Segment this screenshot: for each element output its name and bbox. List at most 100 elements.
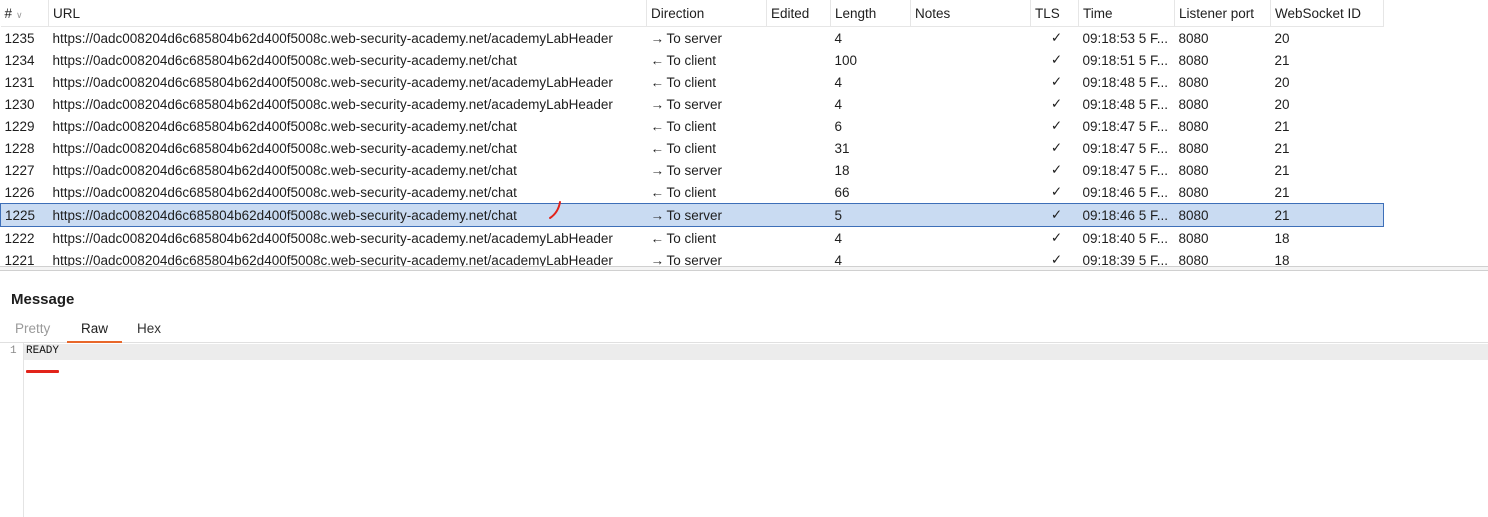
cell-direction: ← To client (647, 181, 767, 204)
sort-descending-icon: ∨ (16, 9, 23, 20)
cell-length: 6 (834, 118, 843, 134)
tab-hex[interactable]: Hex (123, 318, 175, 341)
cell-direction: → To server (647, 93, 767, 115)
arrow-left-icon: ← (650, 140, 665, 156)
tls-check-icon: ✓ (1050, 184, 1063, 199)
arrow-right-icon: → (650, 162, 665, 178)
column-header-notes[interactable]: Notes (910, 0, 1031, 27)
tab-raw[interactable]: Raw (67, 318, 123, 343)
cell-number: 1230 (4, 96, 35, 112)
cell-websocket-id: 21 (1274, 162, 1290, 178)
cell-edited (767, 227, 831, 250)
direction-label: To client (666, 52, 717, 68)
websocket-history-table: # ∨ URL Direction Edited Length Notes TLS… (0, 0, 1384, 268)
cell-length: 5 (830, 203, 911, 227)
cell-listener-port: 8080 (1178, 230, 1209, 246)
cell-number: 1235 (4, 30, 35, 46)
column-header-number[interactable]: # ∨ (0, 0, 49, 27)
cell-edited (767, 27, 831, 50)
arrow-right-icon: → (650, 207, 665, 223)
line-number: 1 (10, 345, 17, 357)
table-row[interactable]: 1234 https://0adc008204d6c685804b62d400f5… (1, 49, 1384, 71)
direction-label: To server (666, 162, 723, 178)
direction-label: To client (666, 230, 717, 246)
table-row[interactable]: 1231 https://0adc008204d6c685804b62d400f5… (1, 71, 1384, 93)
cell-time: 09:18:47 5 F... (1082, 162, 1169, 178)
cell-time: 09:18:51 5 F... (1082, 52, 1169, 68)
cell-listener-port: 8080 (1178, 52, 1209, 68)
column-header-url[interactable]: URL (48, 0, 647, 27)
cell-length: 18 (834, 162, 850, 178)
cell-notes (911, 49, 1031, 71)
cell-notes (910, 203, 1031, 227)
cell-url: https://0adc008204d6c685804b62d400f5008c… (52, 30, 613, 46)
cell-time: 09:18:40 5 F... (1082, 230, 1169, 246)
table-row[interactable]: 1229 https://0adc008204d6c685804b62d400f5… (1, 115, 1384, 137)
message-editor[interactable]: 1 READY (0, 343, 1488, 517)
cell-edited (766, 203, 831, 227)
cell-url: https://0adc008204d6c685804b62d400f5008c… (52, 96, 613, 112)
cell-direction: ← To client (647, 227, 767, 250)
tls-check-icon: ✓ (1030, 203, 1079, 227)
arrow-right-icon: → (650, 96, 665, 112)
column-header-direction[interactable]: Direction (646, 0, 767, 27)
cell-listener-port: 8080 (1178, 162, 1209, 178)
column-header-tls[interactable]: TLS (1030, 0, 1079, 27)
red-underline-annotation (26, 370, 59, 373)
cell-time: 09:18:48 5 F... (1082, 96, 1169, 112)
cell-edited (767, 71, 831, 93)
tls-check-icon: ✓ (1050, 118, 1063, 133)
table-row[interactable]: 1228 https://0adc008204d6c685804b62d400f5… (1, 137, 1384, 159)
tls-check-icon: ✓ (1050, 52, 1063, 67)
direction-label: To server (666, 30, 723, 46)
table-row[interactable]: 1222 https://0adc008204d6c685804b62d400f5… (1, 227, 1384, 250)
cell-websocket-id: 18 (1274, 230, 1290, 246)
cell-length: 4 (834, 230, 843, 246)
cell-time: 09:18:47 5 F... (1082, 118, 1169, 134)
table-row[interactable]: 1235 https://0adc008204d6c685804b62d400f5… (1, 27, 1384, 50)
column-header-listener-port[interactable]: Listener port (1174, 0, 1271, 27)
cell-number: 1225 (0, 203, 49, 227)
cell-websocket-id: 21 (1274, 184, 1290, 200)
pane-splitter[interactable] (0, 266, 1488, 271)
arrow-right-icon: → (650, 30, 665, 46)
table-row[interactable]: 1226 https://0adc008204d6c685804b62d400f5… (1, 181, 1384, 204)
cell-number: 1227 (4, 162, 35, 178)
column-header-websocket-id[interactable]: WebSocket ID (1270, 0, 1384, 27)
tab-pretty[interactable]: Pretty (1, 318, 64, 341)
cell-edited (767, 93, 831, 115)
cell-direction: → To server (647, 27, 767, 50)
cell-notes (911, 227, 1031, 250)
arrow-left-icon: ← (650, 74, 665, 90)
arrow-left-icon: ← (650, 118, 665, 134)
message-panel-title: Message (11, 291, 75, 308)
message-view-tabs: Pretty Raw Hex (0, 318, 1488, 343)
cell-url: https://0adc008204d6c685804b62d400f5008c… (52, 52, 517, 68)
cell-websocket-id: 21 (1274, 140, 1290, 156)
cell-time: 09:18:46 5 F... (1082, 184, 1169, 200)
table-row[interactable]: 1227 https://0adc008204d6c685804b62d400f5… (1, 159, 1384, 181)
cell-notes (911, 93, 1031, 115)
cell-direction: ← To client (647, 115, 767, 137)
cell-number: 1222 (4, 230, 35, 246)
column-header-time[interactable]: Time (1078, 0, 1175, 27)
cell-edited (767, 49, 831, 71)
table-row[interactable]: 1225 https://0adc008204d6c685804b62d400f5… (0, 203, 1384, 227)
cell-url: https://0adc008204d6c685804b62d400f5008c… (52, 230, 613, 246)
cell-edited (767, 115, 831, 137)
cell-notes (911, 137, 1031, 159)
table-row[interactable]: 1230 https://0adc008204d6c685804b62d400f5… (1, 93, 1384, 115)
cell-time: 09:18:46 5 F... (1078, 203, 1175, 227)
column-header-edited[interactable]: Edited (766, 0, 831, 27)
message-content[interactable]: READY (26, 345, 59, 357)
cell-websocket-id: 21 (1270, 203, 1384, 227)
cell-direction: → To server (646, 203, 767, 227)
arrow-left-icon: ← (650, 230, 665, 246)
line-number-gutter: 1 (0, 343, 24, 517)
websocket-history-table-container: # ∨ URL Direction Edited Length Notes TLS… (0, 0, 1488, 268)
cell-edited (767, 159, 831, 181)
cell-number: 1234 (4, 52, 35, 68)
cell-number: 1229 (4, 118, 35, 134)
column-header-length[interactable]: Length (830, 0, 911, 27)
cell-url: https://0adc008204d6c685804b62d400f5008c… (52, 74, 613, 90)
